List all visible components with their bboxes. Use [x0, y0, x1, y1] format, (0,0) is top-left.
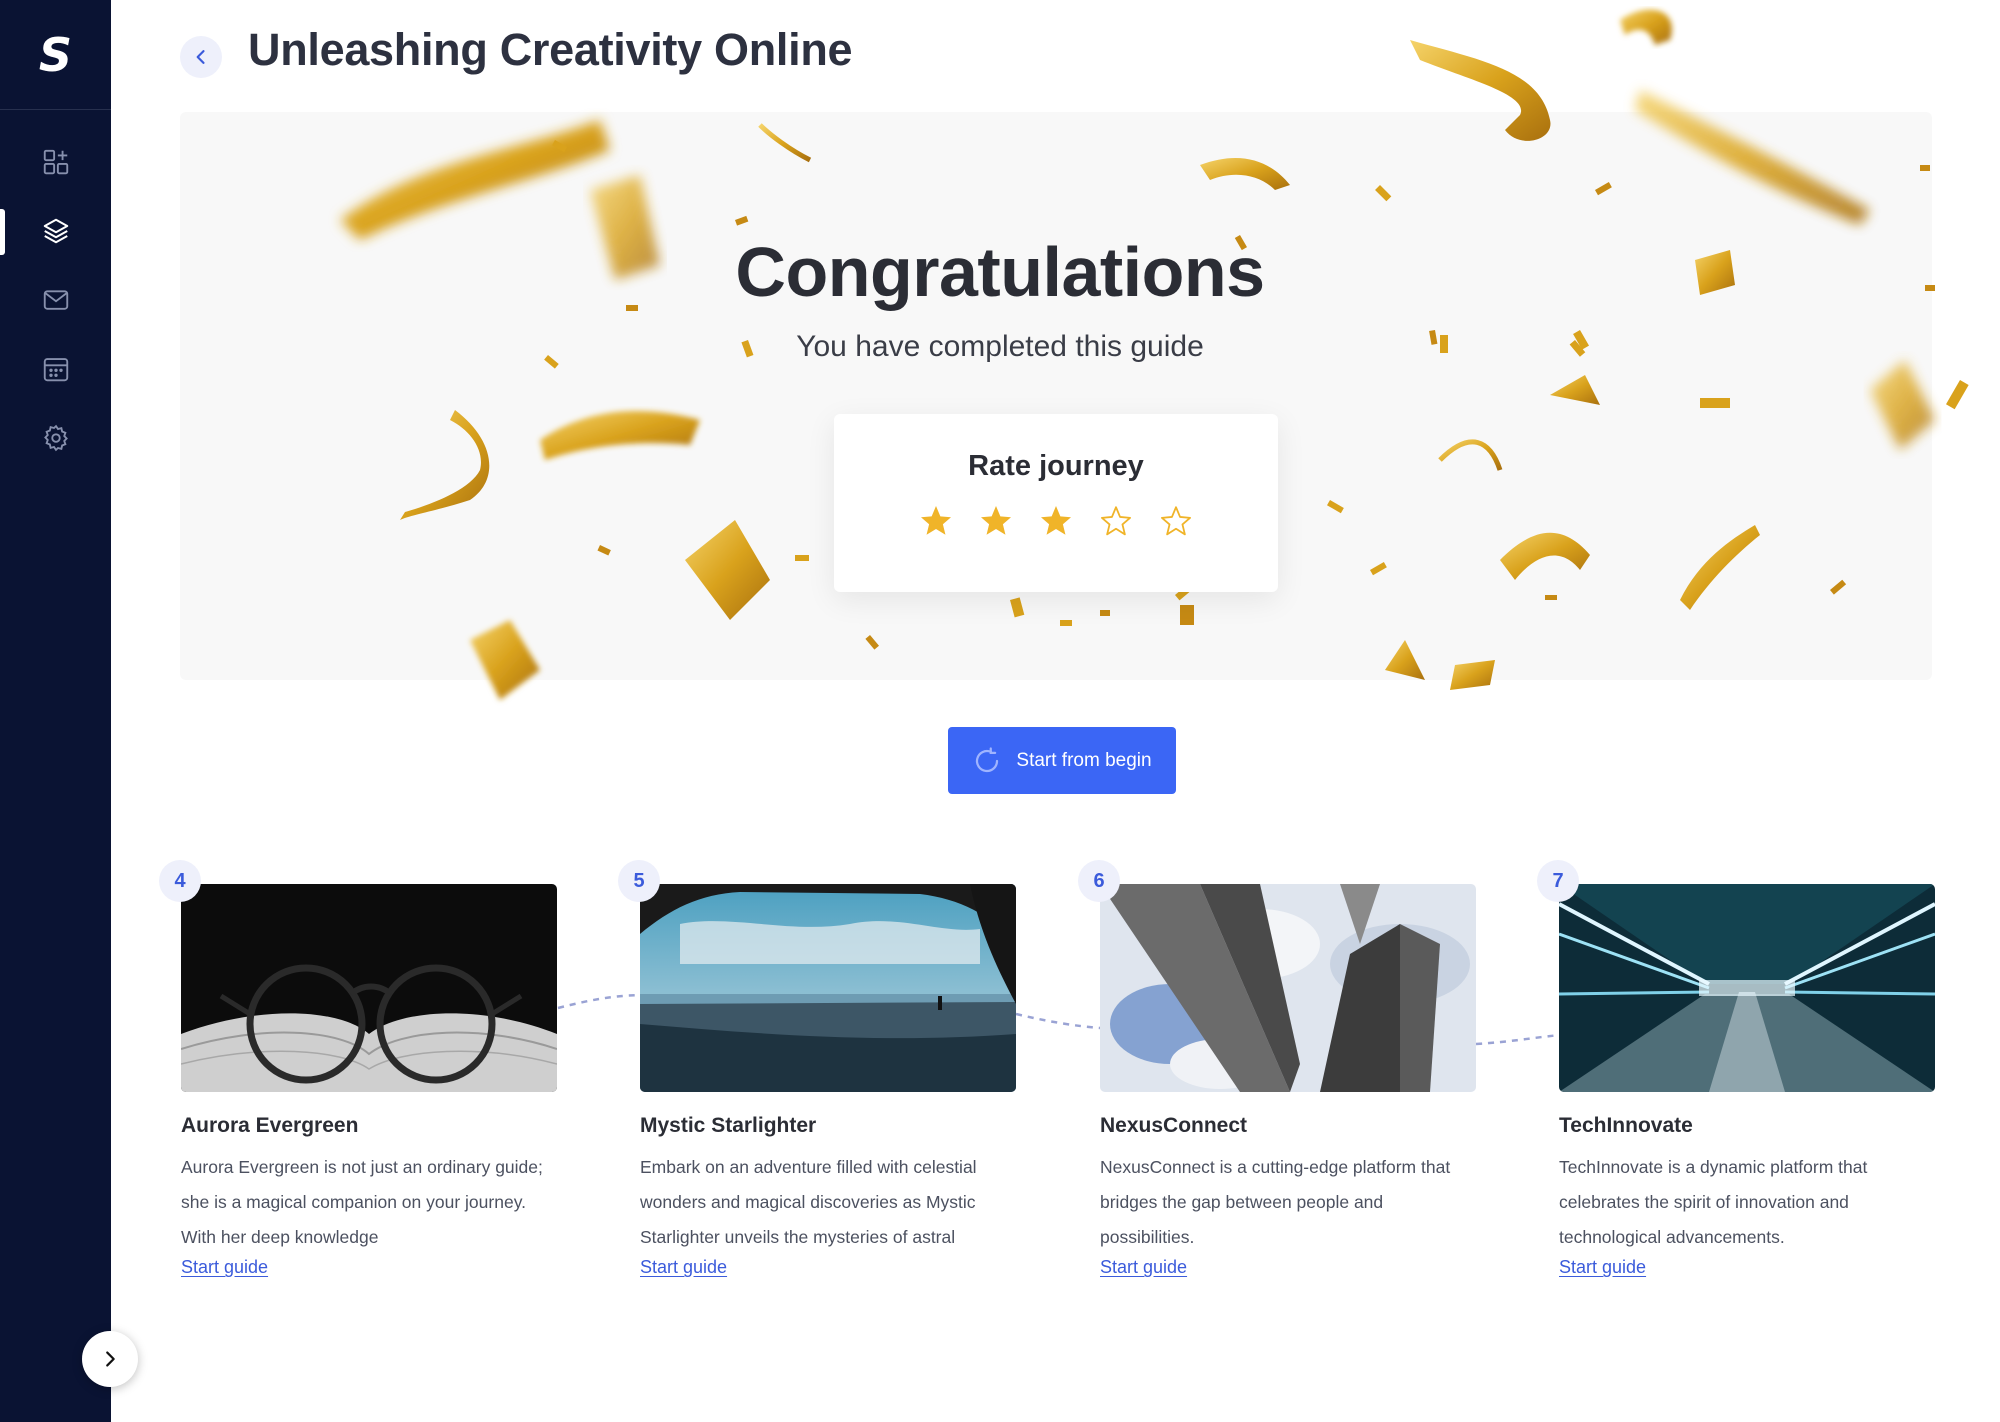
chevron-left-icon	[196, 50, 205, 64]
guide-title: Mystic Starlighter	[640, 1114, 817, 1137]
start-guide-link[interactable]: Start guide	[640, 1257, 727, 1278]
star-icon-filled[interactable]	[1038, 503, 1074, 539]
start-from-begin-label: Start from begin	[1016, 749, 1152, 771]
sidebar-item-dashboard[interactable]	[0, 134, 111, 190]
gear-icon	[43, 424, 68, 452]
app-root: S Unleashing Creativity Online Congratul…	[0, 0, 2000, 1422]
start-from-begin-button[interactable]: Start from begin	[948, 727, 1176, 794]
guide-card[interactable]: 5 Mystic Starlighter Embark on an advent…	[618, 860, 1016, 1278]
completion-subheading: You have completed this guide	[796, 330, 1204, 363]
guide-number-badge: 5	[618, 860, 660, 902]
star-icon-empty[interactable]	[1098, 503, 1134, 539]
guide-number-badge: 7	[1537, 860, 1579, 902]
guide-image[interactable]	[1100, 884, 1476, 1092]
star-icon-filled[interactable]	[918, 503, 954, 539]
guide-card[interactable]: 4 Aurora Evergreen Aurora Evergreen is n…	[159, 860, 557, 1278]
rate-journey-title: Rate journey	[968, 450, 1144, 482]
rate-journey-card: Rate journey	[834, 414, 1278, 592]
chevron-right-icon	[106, 1351, 115, 1367]
grid-plus-icon	[43, 149, 68, 175]
sidebar-expand-button[interactable]	[82, 1331, 138, 1387]
guide-card[interactable]: 7 TechInnovate TechInnovate is a dynamic…	[1537, 860, 1935, 1278]
back-button[interactable]	[180, 36, 222, 78]
sidebar-item-settings[interactable]	[0, 410, 111, 466]
guide-description: TechInnovate is a dynamic platform that …	[1559, 1157, 1868, 1247]
guide-number-badge: 6	[1078, 860, 1120, 902]
guide-title: TechInnovate	[1559, 1114, 1693, 1137]
star-rating[interactable]	[834, 503, 1278, 539]
guide-card[interactable]: 6 NexusConnect NexusConnect is a cutting…	[1078, 860, 1476, 1278]
tunnel-light-trails-image	[1559, 884, 1935, 1092]
guide-description: Aurora Evergreen is not just an ordinary…	[181, 1157, 543, 1247]
page-title: Unleashing Creativity Online	[248, 24, 853, 75]
logo-text: S	[38, 27, 73, 82]
start-guide-link[interactable]: Start guide	[181, 1257, 268, 1278]
start-guide-link[interactable]: Start guide	[1559, 1257, 1646, 1278]
completion-banner	[180, 112, 1932, 680]
congratulations-heading: Congratulations	[735, 233, 1265, 311]
skyscrapers-image	[1100, 884, 1476, 1092]
guide-number-badge: 4	[159, 860, 201, 902]
beach-cave-image	[640, 884, 1016, 1092]
guide-title: NexusConnect	[1100, 1114, 1248, 1137]
start-guide-link[interactable]: Start guide	[1100, 1257, 1187, 1278]
guide-image[interactable]	[181, 884, 557, 1092]
guide-image[interactable]	[640, 884, 1016, 1092]
guide-image[interactable]	[1559, 884, 1935, 1092]
glasses-on-book-image	[181, 884, 557, 1092]
star-icon-filled[interactable]	[978, 503, 1014, 539]
refresh-icon	[976, 746, 999, 772]
app-logo[interactable]: S	[0, 0, 111, 110]
star-icon-empty[interactable]	[1158, 503, 1194, 539]
guide-description: NexusConnect is a cutting-edge platform …	[1100, 1157, 1451, 1247]
guide-description: Embark on an adventure filled with celes…	[640, 1157, 977, 1247]
guides-list: 4 Aurora Evergreen Aurora Evergreen is n…	[0, 860, 2000, 1320]
guide-title: Aurora Evergreen	[181, 1114, 359, 1137]
